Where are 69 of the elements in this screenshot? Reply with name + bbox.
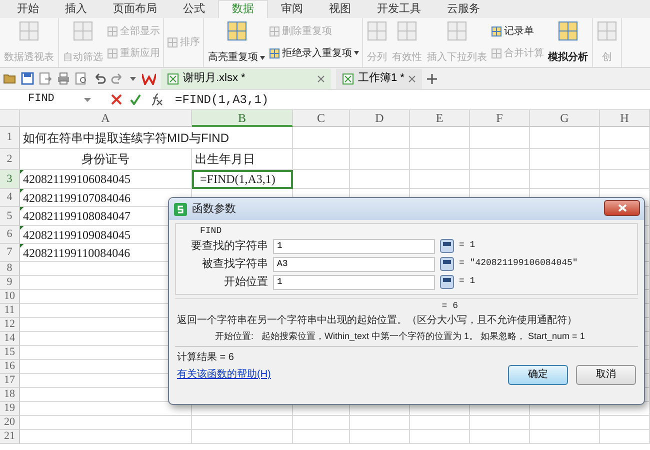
- menu-tab[interactable]: 页面布局: [100, 1, 170, 18]
- menu-tab[interactable]: 视图: [316, 1, 364, 18]
- row-header[interactable]: 12: [0, 318, 20, 332]
- column-header[interactable]: G: [530, 110, 600, 127]
- row-header[interactable]: 6: [0, 226, 20, 244]
- row-header[interactable]: 16: [0, 360, 20, 374]
- table-cell[interactable]: =FIND(1,A3,1): [192, 170, 293, 189]
- menu-tab[interactable]: 开发工具: [364, 1, 434, 18]
- ribbon-button[interactable]: 模拟分析: [547, 21, 589, 64]
- column-header[interactable]: H: [600, 110, 650, 127]
- column-header[interactable]: E: [410, 110, 470, 127]
- row-header[interactable]: 10: [0, 290, 20, 304]
- function-name: FIND: [200, 225, 222, 237]
- ribbon-button[interactable]: 拒绝录入重复项: [269, 46, 359, 60]
- description: 返回一个字符串在另一个字符串中出现的起始位置。（区分大小写，且不允许使用通配符）: [177, 314, 577, 328]
- menu-tab[interactable]: 公式: [170, 1, 218, 18]
- name-box[interactable]: FIND: [0, 90, 95, 108]
- argument-label: 开始位置: [223, 275, 268, 289]
- row-header[interactable]: 8: [0, 262, 20, 276]
- column-header[interactable]: A: [20, 110, 192, 127]
- row-header[interactable]: 5: [0, 207, 20, 226]
- dialog-title: 函数参数: [192, 202, 236, 217]
- ribbon-button[interactable]: 记录单: [491, 25, 544, 38]
- menu-tab[interactable]: 数据: [218, 0, 268, 18]
- row-header[interactable]: 2: [0, 149, 20, 170]
- row-header[interactable]: 17: [0, 374, 20, 388]
- menu-tab[interactable]: 审阅: [268, 1, 316, 18]
- dialog-button[interactable]: 确定: [508, 365, 568, 385]
- result-preview: = 6: [442, 301, 458, 311]
- table-cell[interactable]: 身份证号: [20, 149, 192, 170]
- column-header[interactable]: C: [293, 110, 350, 127]
- dialog-button[interactable]: 取消: [576, 365, 636, 385]
- formula-field[interactable]: =FIND(1,A3,1): [171, 90, 273, 108]
- row-header[interactable]: 20: [0, 416, 20, 430]
- argument-result: = "420821199106084045": [459, 257, 578, 270]
- argument-result: = 1: [459, 275, 476, 288]
- argument-field[interactable]: 1: [273, 274, 435, 290]
- menu-tab[interactable]: 插入: [52, 1, 100, 18]
- argument-result: = 1: [459, 239, 476, 252]
- column-header[interactable]: F: [470, 110, 530, 127]
- argument-label: 要查找的字符串: [190, 239, 268, 253]
- argument-field[interactable]: 1: [273, 238, 435, 254]
- calc-result: 计算结果 = 6: [177, 351, 234, 365]
- table-cell[interactable]: 420821199106084045: [20, 170, 192, 189]
- menu-tab[interactable]: 云服务: [434, 1, 493, 18]
- help-link[interactable]: 有关该函数的帮助(H): [177, 368, 271, 382]
- menu-tab[interactable]: 开始: [4, 1, 52, 18]
- ribbon-button[interactable]: 高亮重复项: [207, 21, 266, 64]
- row-header[interactable]: 18: [0, 388, 20, 402]
- argument-help-label: 开始位置:: [215, 330, 254, 343]
- argument-field[interactable]: A3: [273, 256, 435, 272]
- column-header[interactable]: D: [350, 110, 410, 127]
- row-header[interactable]: 1: [0, 127, 20, 149]
- argument-label: 被查找字符串: [201, 257, 268, 271]
- row-header[interactable]: 3: [0, 170, 20, 189]
- table-cell[interactable]: 出生年月日: [192, 149, 293, 170]
- row-header[interactable]: 11: [0, 304, 20, 318]
- document-tab[interactable]: 谢明月.xlsx *: [161, 68, 331, 88]
- row-header[interactable]: 15: [0, 346, 20, 360]
- table-cell[interactable]: 如何在符串中提取连续字符MID与FIND: [20, 127, 293, 149]
- row-header[interactable]: 14: [0, 332, 20, 346]
- argument-help: 起始搜索位置，Within_text 中第一个字符的位置为 1。 如果忽略， Start_num = 1: [262, 330, 585, 343]
- row-header[interactable]: 4: [0, 189, 20, 207]
- document-tab[interactable]: 工作簿1 *: [336, 68, 422, 88]
- row-header[interactable]: 9: [0, 276, 20, 290]
- row-header[interactable]: 7: [0, 244, 20, 262]
- row-header[interactable]: 19: [0, 402, 20, 416]
- column-header[interactable]: B: [192, 110, 293, 127]
- row-header[interactable]: 21: [0, 430, 20, 444]
